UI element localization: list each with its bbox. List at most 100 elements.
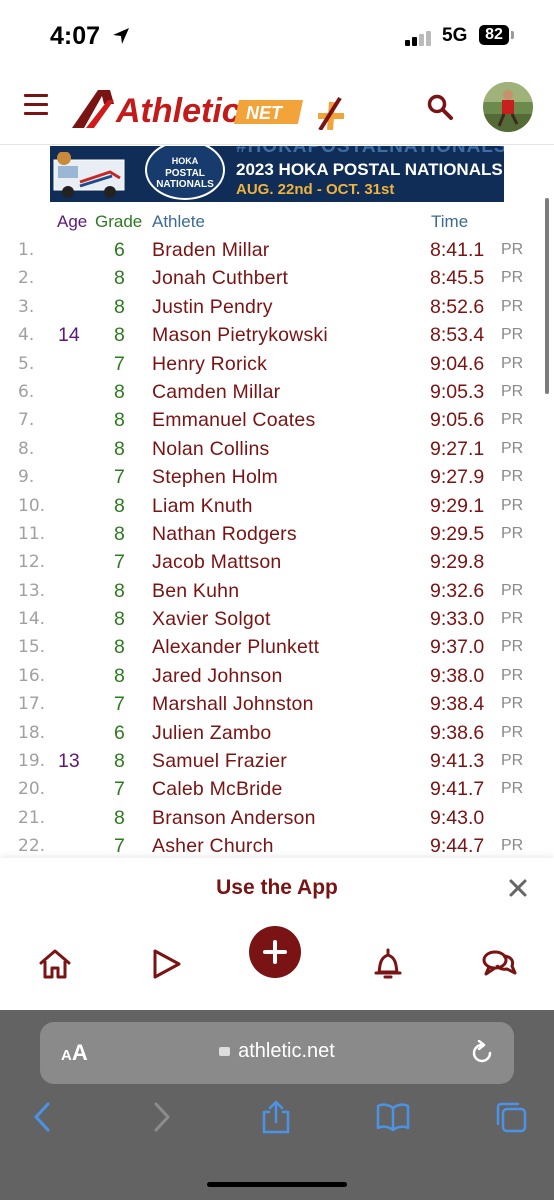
chat-icon[interactable] [481, 946, 517, 982]
athlete-grade: 8 [114, 437, 125, 460]
result-time-link[interactable]: 9:41.3 [430, 747, 484, 775]
hoka-postal-nationals-banner[interactable]: HOKA POSTAL NATIONALS #HOKAPOSTALNATIONA… [50, 146, 504, 202]
result-time-link[interactable]: 8:45.5 [430, 264, 484, 292]
user-avatar[interactable] [483, 82, 533, 132]
athlete-name-link[interactable]: Julien Zambo [152, 719, 271, 747]
athlete-grade: 6 [114, 239, 125, 261]
athlete-name-link[interactable]: Braden Millar [152, 236, 269, 264]
forward-icon[interactable] [144, 1100, 178, 1134]
battery-icon: 82 [479, 25, 509, 45]
athlete-grade: 7 [114, 693, 125, 716]
plus-icon [263, 940, 287, 964]
result-time-link[interactable]: 9:44.7 [430, 832, 484, 860]
result-time-link[interactable]: 8:52.6 [430, 293, 484, 321]
athlete-name-link[interactable]: Ben Kuhn [152, 577, 239, 605]
result-row: 14. 8 Xavier Solgot 9:33.0 PR [0, 605, 554, 633]
athlete-grade: 8 [114, 608, 125, 631]
result-time-link[interactable]: 9:04.6 [430, 350, 484, 378]
athlete-grade: 7 [114, 466, 125, 489]
result-time-link[interactable]: 9:05.3 [430, 378, 484, 406]
add-button[interactable] [249, 926, 301, 978]
result-time-link[interactable]: 9:43.0 [430, 804, 484, 832]
athlete-age: 13 [58, 750, 80, 773]
athletic-net-logo[interactable]: Athletic NET [68, 86, 350, 130]
result-row: 2. 8 Jonah Cuthbert 8:45.5 PR [0, 264, 554, 292]
result-row: 9. 7 Stephen Holm 9:27.9 PR [0, 463, 554, 491]
result-time-link[interactable]: 9:27.9 [430, 463, 484, 491]
result-time-link[interactable]: 8:41.1 [430, 236, 484, 264]
result-row: 11. 8 Nathan Rodgers 9:29.5 PR [0, 520, 554, 548]
result-row: 17. 7 Marshall Johnston 9:38.4 PR [0, 690, 554, 718]
athlete-grade: 8 [114, 380, 125, 403]
column-header-athlete[interactable]: Athlete [152, 212, 205, 232]
address-bar[interactable]: AA athletic.net [40, 1022, 514, 1084]
athlete-name-link[interactable]: Branson Anderson [152, 804, 316, 832]
pr-badge: PR [501, 666, 524, 684]
place-number: 6. [18, 381, 35, 402]
play-icon[interactable] [148, 946, 184, 982]
close-icon[interactable] [508, 878, 528, 898]
athlete-name-link[interactable]: Nolan Collins [152, 435, 270, 463]
athlete-name-link[interactable]: Alexander Plunkett [152, 633, 319, 661]
athlete-name-link[interactable]: Xavier Solgot [152, 605, 271, 633]
athlete-grade: 8 [114, 750, 125, 773]
athlete-name-link[interactable]: Samuel Frazier [152, 747, 287, 775]
share-icon[interactable] [259, 1100, 293, 1134]
athlete-name-link[interactable]: Mason Pietrykowski [152, 321, 328, 349]
result-time-link[interactable]: 9:27.1 [430, 435, 484, 463]
result-time-link[interactable]: 9:38.0 [430, 662, 484, 690]
result-time-link[interactable]: 9:29.8 [430, 548, 484, 576]
pr-badge: PR [501, 723, 524, 741]
menu-icon[interactable] [24, 94, 48, 116]
athlete-name-link[interactable]: Asher Church [152, 832, 274, 860]
athlete-name-link[interactable]: Emmanuel Coates [152, 406, 315, 434]
reload-icon[interactable] [469, 1040, 495, 1066]
place-number: 9. [18, 467, 35, 488]
athlete-name-link[interactable]: Camden Millar [152, 378, 280, 406]
place-number: 10. [18, 495, 46, 516]
place-number: 19. [18, 751, 46, 772]
result-time-link[interactable]: 9:29.1 [430, 492, 484, 520]
tabs-icon[interactable] [494, 1100, 528, 1134]
back-icon[interactable] [26, 1100, 60, 1134]
athlete-grade: 8 [114, 267, 125, 290]
athlete-name-link[interactable]: Marshall Johnston [152, 690, 314, 718]
bookmarks-icon[interactable] [376, 1100, 410, 1134]
use-the-app-banner[interactable]: Use the App [0, 858, 554, 925]
result-time-link[interactable]: 9:38.6 [430, 719, 484, 747]
athlete-name-link[interactable]: Stephen Holm [152, 463, 278, 491]
athlete-grade: 6 [114, 721, 125, 744]
home-indicator [207, 1182, 347, 1187]
athlete-name-link[interactable]: Jared Johnson [152, 662, 283, 690]
search-icon[interactable] [427, 94, 453, 120]
result-time-link[interactable]: 9:05.6 [430, 406, 484, 434]
result-time-link[interactable]: 9:38.4 [430, 690, 484, 718]
result-time-link[interactable]: 9:37.0 [430, 633, 484, 661]
athlete-grade: 8 [114, 806, 125, 829]
bell-icon[interactable] [370, 946, 406, 982]
result-time-link[interactable]: 8:53.4 [430, 321, 484, 349]
athlete-name-link[interactable]: Liam Knuth [152, 492, 253, 520]
result-time-link[interactable]: 9:29.5 [430, 520, 484, 548]
place-number: 16. [18, 665, 46, 686]
column-header-time[interactable]: Time [431, 212, 468, 232]
column-header-age[interactable]: Age [57, 212, 87, 232]
scrollbar[interactable] [545, 198, 549, 394]
athlete-name-link[interactable]: Jacob Mattson [152, 548, 281, 576]
result-row: 16. 8 Jared Johnson 9:38.0 PR [0, 662, 554, 690]
result-time-link[interactable]: 9:33.0 [430, 605, 484, 633]
result-row: 3. 8 Justin Pendry 8:52.6 PR [0, 293, 554, 321]
home-icon[interactable] [37, 946, 73, 982]
athlete-name-link[interactable]: Caleb McBride [152, 775, 282, 803]
athlete-name-link[interactable]: Jonah Cuthbert [152, 264, 288, 292]
athlete-name-link[interactable]: Nathan Rodgers [152, 520, 297, 548]
athlete-name-link[interactable]: Henry Rorick [152, 350, 267, 378]
result-time-link[interactable]: 9:32.6 [430, 577, 484, 605]
url-display[interactable]: athletic.net [40, 1040, 514, 1063]
result-time-link[interactable]: 9:41.7 [430, 775, 484, 803]
use-the-app-label[interactable]: Use the App [0, 876, 554, 900]
athlete-name-link[interactable]: Justin Pendry [152, 293, 273, 321]
pr-badge: PR [501, 241, 524, 258]
athlete-grade: 8 [114, 324, 125, 347]
column-header-grade[interactable]: Grade [95, 212, 142, 232]
